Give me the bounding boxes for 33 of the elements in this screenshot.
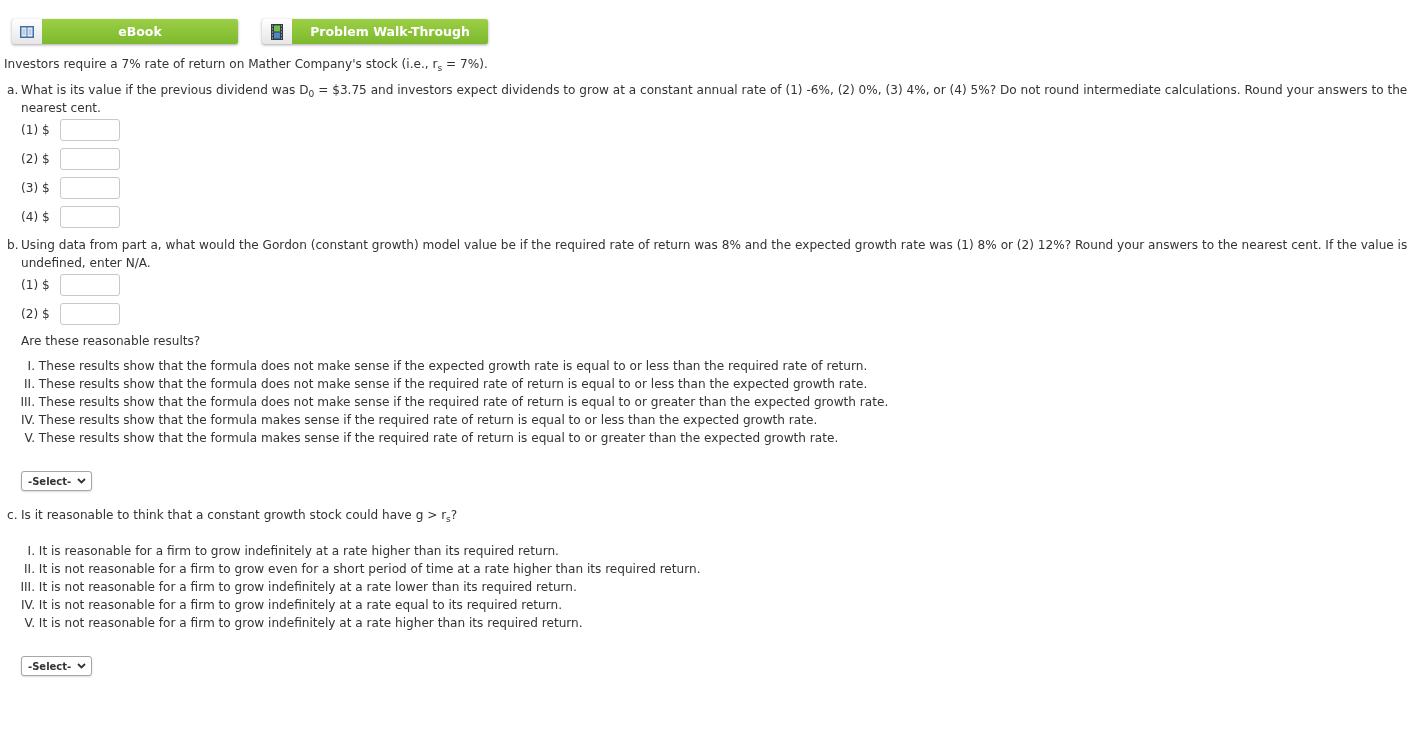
answer-label: (2) $ <box>21 152 51 166</box>
answer-label: (1) $ <box>21 123 51 137</box>
answer-option: IV. It is not reasonable for a firm to grow indefinitely at a rate equal to its required return. <box>7 596 1424 614</box>
answer-label: (3) $ <box>21 181 51 195</box>
answer-option: V. It is not reasonable for a firm to grow indefinitely at a rate higher than its required return. <box>7 614 1424 632</box>
answer-field[interactable] <box>60 177 120 199</box>
answer-option: V. These results show that the formula makes sense if the required rate of return is equal to or greater than the expected growth rate. <box>7 429 1424 447</box>
answer-field[interactable] <box>60 274 120 296</box>
answer-option: III. These results show that the formula does not make sense if the required rate of return is equal to or greater than the expected growth rate. <box>7 393 1424 411</box>
answer-option: I. It is reasonable for a firm to grow indefinitely at a rate higher than its required return. <box>7 542 1424 560</box>
prompt-text: Are these reasonable results? <box>20 333 202 350</box>
question-text: c. Is it reasonable to think that a constant growth stock could have g > r$_{s}$? <box>7 507 459 524</box>
select-dropdown[interactable]: -Select- <box>21 471 93 491</box>
chevron-down-icon <box>77 663 87 669</box>
answer-option: II. These results show that the formula does not make sense if the required rate of return is equal to or less than the expected growth rate. <box>7 375 1424 393</box>
question-text: b. Using data from part a, what would the Gordon (constant growth) model value be if the required rate of return was 8% and the expected growth rate was (1) 8% or (2) 12%? Round your answers to the nearest cent. If the value is undefined, enter N/A. <box>7 237 1409 272</box>
chevron-down-icon <box>77 478 87 484</box>
select-dropdown[interactable]: -Select- <box>21 656 93 676</box>
answer-field[interactable] <box>60 148 120 170</box>
answer-option: I. These results show that the formula does not make sense if the expected growth rate is equal to or less than the required rate of return. <box>7 357 1424 375</box>
intro-text: Investors require a 7% rate of return on Mather Company's stock (i.e., r$_{s}$ = 7%). <box>4 56 489 73</box>
answer-option: III. It is not reasonable for a firm to grow indefinitely at a rate lower than its required return. <box>7 578 1424 596</box>
answer-option: II. It is not reasonable for a firm to grow even for a short period of time at a rate higher than its required return. <box>7 560 1424 578</box>
question-text: a. What is its value if the previous dividend was D$_{0}$ = $3.75 and investors expect dividends to grow at a constant annual rate of (1) -6%, (2) 0%, (3) 4%, or (4) 5%? Do not round intermediate calculations. Round your answers to the nearest cent. <box>7 82 1409 117</box>
answer-field[interactable] <box>60 206 120 228</box>
answer-label: (4) $ <box>21 210 51 224</box>
answer-option: IV. These results show that the formula makes sense if the required rate of return is equal to or less than the expected growth rate. <box>7 411 1424 429</box>
answer-field[interactable] <box>60 303 120 325</box>
answer-label: (2) $ <box>21 307 51 321</box>
film-strip-icon <box>271 23 283 40</box>
answer-field[interactable] <box>60 119 120 141</box>
answer-label: (1) $ <box>21 278 51 292</box>
book-icon <box>20 25 34 38</box>
